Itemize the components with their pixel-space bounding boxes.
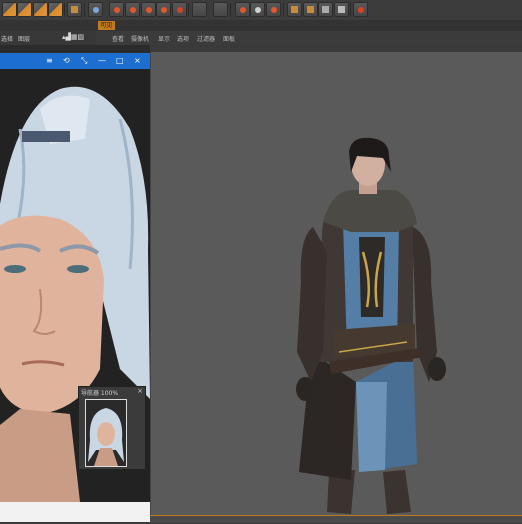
left-panel-divider xyxy=(0,45,150,53)
render-settings-icon[interactable] xyxy=(88,2,103,17)
deformer-icon[interactable] xyxy=(303,2,318,17)
move-tool-icon[interactable] xyxy=(17,2,32,17)
refresh-icon[interactable]: ⟲ xyxy=(63,57,70,65)
minimize-icon[interactable]: — xyxy=(98,57,106,65)
camera-icon[interactable] xyxy=(334,2,349,17)
cube-primitive-icon[interactable] xyxy=(235,2,250,17)
nurbs-icon[interactable] xyxy=(266,2,281,17)
rotate-tool-icon[interactable] xyxy=(33,2,48,17)
navigator-close-icon[interactable]: × xyxy=(137,387,143,395)
viewport-menubar: 查看 摄像机 显示 选项 过滤器 面板 xyxy=(98,31,522,45)
close-icon[interactable]: × xyxy=(134,57,141,65)
render-view-icon[interactable] xyxy=(109,2,124,17)
render-active-icon[interactable] xyxy=(172,2,187,17)
navigator-panel[interactable]: 导航器 100% × xyxy=(78,386,146,470)
expand-icon[interactable]: ⤡ xyxy=(81,57,87,65)
main-toolbar xyxy=(0,0,522,21)
render-picture-viewer-icon[interactable] xyxy=(141,2,156,17)
3d-viewport[interactable] xyxy=(150,52,522,520)
menu-select[interactable]: 选择 xyxy=(1,34,13,43)
render-queue-icon[interactable] xyxy=(156,2,171,17)
navigator-title: 导航器 100% xyxy=(81,390,119,397)
character-model xyxy=(296,137,446,514)
render-region-icon[interactable] xyxy=(125,2,140,17)
secondary-strip xyxy=(0,20,522,31)
light-icon[interactable] xyxy=(353,2,368,17)
array-icon[interactable] xyxy=(287,2,302,17)
undo-icon[interactable] xyxy=(2,2,17,17)
spline-tool-icon[interactable] xyxy=(250,2,265,17)
menu-panel[interactable]: 面板 xyxy=(223,34,235,43)
menu-display[interactable]: 显示 xyxy=(158,34,170,43)
picture-viewer-footer xyxy=(0,502,150,522)
navigator-thumbnail[interactable] xyxy=(85,399,127,467)
object-mode-icon[interactable] xyxy=(67,2,82,17)
display-mode-icon[interactable] xyxy=(213,2,228,17)
scene-icon[interactable] xyxy=(318,2,333,17)
menu-layer[interactable]: 图层 xyxy=(18,34,30,43)
edit-render-settings-icon[interactable] xyxy=(192,2,207,17)
panel-tools-icon[interactable]: ▴▟▦▨ xyxy=(62,33,84,41)
menu-options[interactable]: 选项 xyxy=(177,34,189,43)
left-panel-menubar: 选择 图层 ▴▟▦▨ xyxy=(0,31,96,45)
scale-tool-icon[interactable] xyxy=(48,2,63,17)
menu-camera[interactable]: 摄像机 xyxy=(131,34,149,43)
maximize-icon[interactable]: □ xyxy=(116,57,124,65)
menu-icon[interactable]: ≡ xyxy=(46,57,53,65)
picture-viewer-titlebar[interactable]: ≡ ⟲ ⤡ — □ × xyxy=(0,53,150,69)
menu-filter[interactable]: 过滤器 xyxy=(197,34,215,43)
menu-view[interactable]: 查看 xyxy=(112,34,124,43)
strip-tab[interactable]: 可见 xyxy=(98,21,115,30)
